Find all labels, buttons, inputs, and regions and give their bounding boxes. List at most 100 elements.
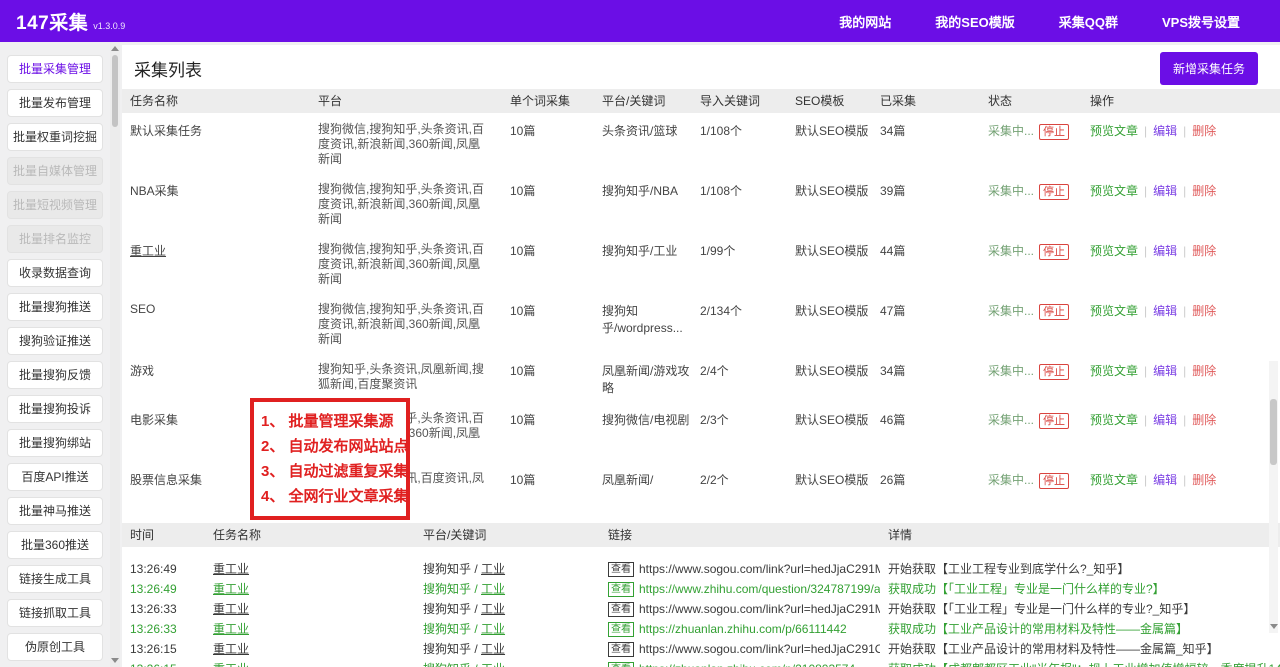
sidebar-item[interactable]: 批量采集管理 [7, 55, 103, 83]
delete-link[interactable]: 删除 [1192, 304, 1216, 318]
sidebar-item[interactable]: 批量搜狗投诉 [7, 395, 103, 423]
log-keyword-link[interactable]: 工业 [481, 582, 505, 596]
log-task-link[interactable]: 重工业 [213, 582, 249, 596]
log-task-link[interactable]: 重工业 [213, 562, 249, 576]
action-separator: | [1183, 364, 1186, 378]
sidebar-item[interactable]: 收录数据查询 [7, 259, 103, 287]
scroll-down-icon[interactable] [1270, 624, 1278, 629]
preview-article-link[interactable]: 预览文章 [1090, 413, 1138, 427]
log-keyword-link[interactable]: 工业 [481, 662, 505, 667]
log-task-link[interactable]: 重工业 [213, 642, 249, 656]
delete-link[interactable]: 删除 [1192, 244, 1216, 258]
edit-link[interactable]: 编辑 [1153, 473, 1177, 487]
log-time: 13:26:15 [122, 639, 205, 659]
log-link-cell: 查看 https://zhuanlan.zhihu.com/p/210803574 [600, 659, 880, 667]
edit-link[interactable]: 编辑 [1153, 184, 1177, 198]
edit-link[interactable]: 编辑 [1153, 364, 1177, 378]
log-url[interactable]: https://www.sogou.com/link?url=hedJjaC29… [639, 642, 880, 656]
delete-link[interactable]: 删除 [1192, 473, 1216, 487]
task-imported: 1/99个 [692, 242, 787, 259]
delete-link[interactable]: 删除 [1192, 413, 1216, 427]
log-platform-name: 搜狗知乎 / [423, 622, 481, 636]
sidebar-item[interactable]: 批量短视频管理 [7, 191, 103, 219]
stop-button[interactable]: 停止 [1039, 364, 1069, 380]
sidebar-item[interactable]: 伪原创工具 [7, 633, 103, 661]
view-button[interactable]: 查看 [608, 562, 634, 577]
table-row: 游戏 搜狗知乎,头条资讯,凤凰新闻,搜狐新闻,百度聚资讯 10篇 凤凰新闻/游戏… [122, 353, 1280, 402]
log-keyword-link[interactable]: 工业 [481, 602, 505, 616]
log-url[interactable]: https://www.zhihu.com/question/324787199… [639, 582, 880, 596]
task-name[interactable]: 默认采集任务 [122, 122, 310, 139]
log-task-link[interactable]: 重工业 [213, 602, 249, 616]
edit-link[interactable]: 编辑 [1153, 124, 1177, 138]
log-url[interactable]: https://www.sogou.com/link?url=hedJjaC29… [639, 602, 880, 616]
log-table-scrollbar[interactable] [1269, 361, 1278, 633]
view-button[interactable]: 查看 [608, 622, 634, 637]
sidebar-item[interactable]: 批量权重词挖掘 [7, 123, 103, 151]
log-url[interactable]: https://zhuanlan.zhihu.com/p/66111442 [639, 622, 847, 636]
task-name[interactable]: 重工业 [122, 242, 310, 259]
preview-article-link[interactable]: 预览文章 [1090, 244, 1138, 258]
edit-link[interactable]: 编辑 [1153, 413, 1177, 427]
sidebar-item[interactable]: 批量排名监控 [7, 225, 103, 253]
log-detail: 开始获取【工业工程专业到底学什么?_知乎】 [880, 559, 1280, 579]
add-task-button[interactable]: 新增采集任务 [1160, 52, 1258, 85]
delete-link[interactable]: 删除 [1192, 364, 1216, 378]
sidebar-item[interactable]: 百度API推送 [7, 463, 103, 491]
sidebar-item[interactable]: 批量神马推送 [7, 497, 103, 525]
action-separator: | [1144, 473, 1147, 487]
stop-button[interactable]: 停止 [1039, 413, 1069, 429]
log-scroll-thumb[interactable] [1270, 399, 1277, 465]
header-nav-item[interactable]: 我的网站 [839, 12, 891, 31]
sidebar-item[interactable]: 批量发布管理 [7, 89, 103, 117]
sidebar-scroll-thumb[interactable] [112, 55, 118, 127]
stop-button[interactable]: 停止 [1039, 304, 1069, 320]
delete-link[interactable]: 删除 [1192, 184, 1216, 198]
header-nav-item[interactable]: 我的SEO模版 [935, 12, 1014, 31]
list-item: 13:26:15 重工业 搜狗知乎 / 工业 查看https://zhuanla… [122, 659, 1280, 667]
sidebar-item[interactable]: 链接抓取工具 [7, 599, 103, 627]
sidebar-item[interactable]: 批量搜狗推送 [7, 293, 103, 321]
log-url[interactable]: https://zhuanlan.zhihu.com/p/210803574 [639, 662, 855, 667]
preview-article-link[interactable]: 预览文章 [1090, 304, 1138, 318]
sidebar-item[interactable]: 批量自媒体管理 [7, 157, 103, 185]
stop-button[interactable]: 停止 [1039, 124, 1069, 140]
log-task-link[interactable]: 重工业 [213, 662, 249, 667]
log-keyword-link[interactable]: 工业 [481, 562, 505, 576]
header-nav-item[interactable]: VPS拨号设置 [1162, 12, 1240, 31]
preview-article-link[interactable]: 预览文章 [1090, 124, 1138, 138]
stop-button[interactable]: 停止 [1039, 244, 1069, 260]
log-keyword-link[interactable]: 工业 [481, 642, 505, 656]
edit-link[interactable]: 编辑 [1153, 304, 1177, 318]
task-name[interactable]: 游戏 [122, 362, 310, 379]
header-nav-item[interactable]: 采集QQ群 [1059, 12, 1118, 31]
delete-link[interactable]: 删除 [1192, 124, 1216, 138]
main-panel: 采集列表 新增采集任务 任务名称 平台 单个词采集 平台/关键词 导入关键词 S… [122, 45, 1280, 667]
sidebar-scrollbar[interactable] [110, 42, 120, 667]
sidebar-item[interactable]: 批量搜狗绑站 [7, 429, 103, 457]
preview-article-link[interactable]: 预览文章 [1090, 473, 1138, 487]
sidebar-item[interactable]: 批量360推送 [7, 531, 103, 559]
task-name[interactable]: SEO [122, 302, 310, 316]
stop-button[interactable]: 停止 [1039, 184, 1069, 200]
view-button[interactable]: 查看 [608, 582, 634, 597]
stop-button[interactable]: 停止 [1039, 473, 1069, 489]
col-task: 任务名称 [205, 523, 415, 547]
task-name[interactable]: NBA采集 [122, 182, 310, 199]
view-button[interactable]: 查看 [608, 602, 634, 617]
edit-link[interactable]: 编辑 [1153, 244, 1177, 258]
task-per-word: 10篇 [502, 471, 594, 488]
sidebar-item[interactable]: 批量搜狗反馈 [7, 361, 103, 389]
sidebar-item[interactable]: 搜狗验证推送 [7, 327, 103, 355]
log-url[interactable]: https://www.sogou.com/link?url=hedJjaC29… [639, 562, 880, 576]
scroll-down-icon[interactable] [111, 658, 119, 663]
list-item: 13:26:33 重工业 搜狗知乎 / 工业 查看https://zhuanla… [122, 619, 1280, 639]
log-task-link[interactable]: 重工业 [213, 622, 249, 636]
sidebar-item[interactable]: 链接生成工具 [7, 565, 103, 593]
preview-article-link[interactable]: 预览文章 [1090, 364, 1138, 378]
view-button[interactable]: 查看 [608, 642, 634, 657]
scroll-up-icon[interactable] [111, 46, 119, 51]
log-keyword-link[interactable]: 工业 [481, 622, 505, 636]
preview-article-link[interactable]: 预览文章 [1090, 184, 1138, 198]
view-button[interactable]: 查看 [608, 662, 634, 667]
